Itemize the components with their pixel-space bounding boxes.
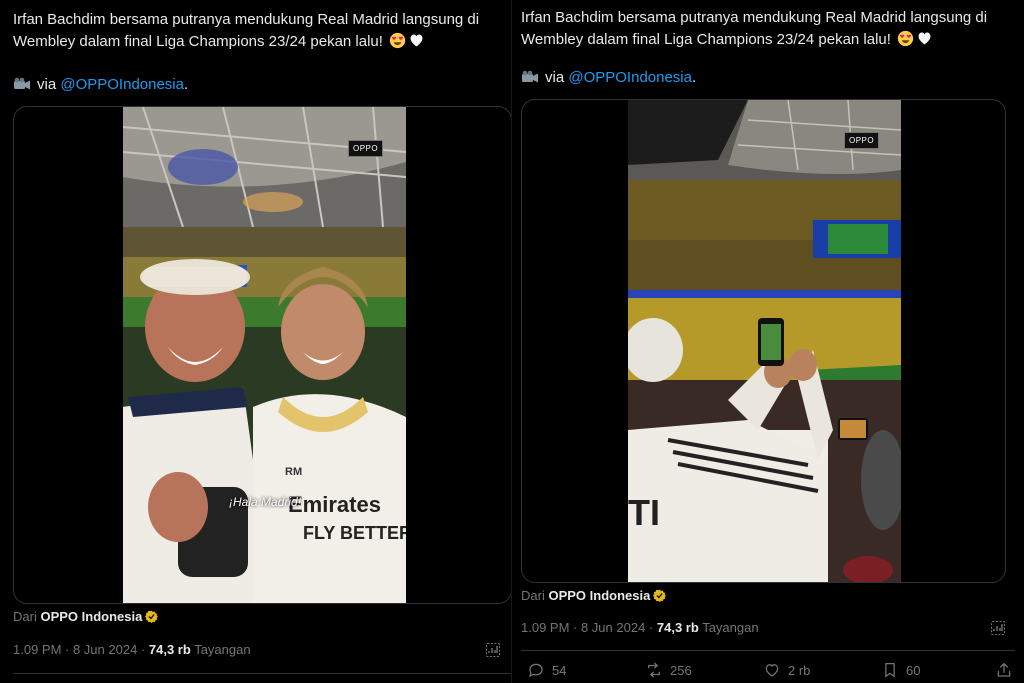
heart-eyes-emoji-icon <box>897 30 914 47</box>
reply-button[interactable]: 54 <box>527 661 566 679</box>
mention-link[interactable]: @OPPOIndonesia <box>60 76 184 93</box>
analytics-icon[interactable] <box>485 642 501 658</box>
like-count: 2 rb <box>788 662 811 678</box>
via-line: via @OPPOIndonesia. <box>13 74 188 96</box>
svg-text:RM: RM <box>285 466 302 478</box>
white-heart-emoji-icon <box>410 34 423 47</box>
repost-count: 256 <box>670 662 692 678</box>
tweet-meta: 1.09 PM · 8 Jun 2024 · 74,3 rb Tayangan <box>13 642 251 657</box>
video-caption: ¡Hala Madrid! <box>229 495 302 509</box>
separator <box>521 650 1015 651</box>
views-label: Tayangan <box>194 642 251 657</box>
movie-camera-icon <box>14 77 30 90</box>
video-player[interactable]: Emirates FLY BETTER RM OPPO ¡Hala Madrid… <box>13 106 512 604</box>
share-button[interactable] <box>995 661 1013 679</box>
reply-count: 54 <box>552 662 567 678</box>
share-icon <box>997 662 1011 677</box>
views-count: 74,3 rb <box>656 620 699 635</box>
source-prefix: Dari <box>13 609 37 624</box>
analytics-icon[interactable] <box>990 620 1006 636</box>
tweet-left: Irfan Bachdim bersama putranya mendukung… <box>0 0 512 683</box>
movie-camera-icon <box>522 70 538 83</box>
via-label: via <box>37 76 57 93</box>
svg-text:TI: TI <box>628 492 660 533</box>
like-icon <box>765 664 779 677</box>
video-frame-stadium-selfie: Emirates FLY BETTER RM <box>123 107 406 603</box>
svg-text:Emirates: Emirates <box>288 492 381 517</box>
source-name[interactable]: OPPO Indonesia <box>548 588 650 603</box>
action-bar: 54 256 2 rb 60 <box>521 661 1015 681</box>
like-button[interactable]: 2 rb <box>763 661 810 679</box>
heart-eyes-emoji-icon <box>389 32 406 49</box>
source-line[interactable]: Dari OPPO Indonesia <box>521 588 667 603</box>
timestamp[interactable]: 1.09 PM · 8 Jun 2024 · <box>521 620 653 635</box>
source-name[interactable]: OPPO Indonesia <box>40 609 142 624</box>
mention-link[interactable]: @OPPOIndonesia <box>568 69 692 86</box>
verified-badge-icon <box>653 589 667 602</box>
separator <box>13 673 512 674</box>
source-prefix: Dari <box>521 588 545 603</box>
tweet-text: Irfan Bachdim bersama putranya mendukung… <box>521 7 1011 51</box>
via-line: via @OPPOIndonesia. <box>521 67 696 89</box>
timestamp[interactable]: 1.09 PM · 8 Jun 2024 · <box>13 642 145 657</box>
tweet-meta: 1.09 PM · 8 Jun 2024 · 74,3 rb Tayangan <box>521 620 759 635</box>
repost-button[interactable]: 256 <box>645 661 692 679</box>
video-player[interactable]: TI OPPO <box>521 99 1006 583</box>
repost-icon <box>648 662 660 678</box>
source-line[interactable]: Dari OPPO Indonesia <box>13 609 159 624</box>
bookmark-icon <box>885 662 895 678</box>
views-count: 74,3 rb <box>148 642 191 657</box>
verified-badge-icon <box>145 610 159 623</box>
video-frame-stadium-phone: TI <box>628 100 901 582</box>
white-heart-emoji-icon <box>918 32 931 45</box>
via-label: via <box>545 69 565 86</box>
tweet-right: Irfan Bachdim bersama putranya mendukung… <box>512 0 1024 683</box>
bookmark-button[interactable]: 60 <box>881 661 920 679</box>
bookmark-count: 60 <box>906 662 921 678</box>
views-label: Tayangan <box>702 620 759 635</box>
oppo-uefa-badge: OPPO <box>844 132 880 149</box>
oppo-uefa-badge: OPPO <box>348 140 384 157</box>
via-suffix: . <box>184 76 189 93</box>
via-suffix: . <box>692 69 697 86</box>
reply-icon <box>528 663 543 678</box>
svg-text:FLY BETTER: FLY BETTER <box>303 523 406 543</box>
tweet-text: Irfan Bachdim bersama putranya mendukung… <box>13 9 503 53</box>
